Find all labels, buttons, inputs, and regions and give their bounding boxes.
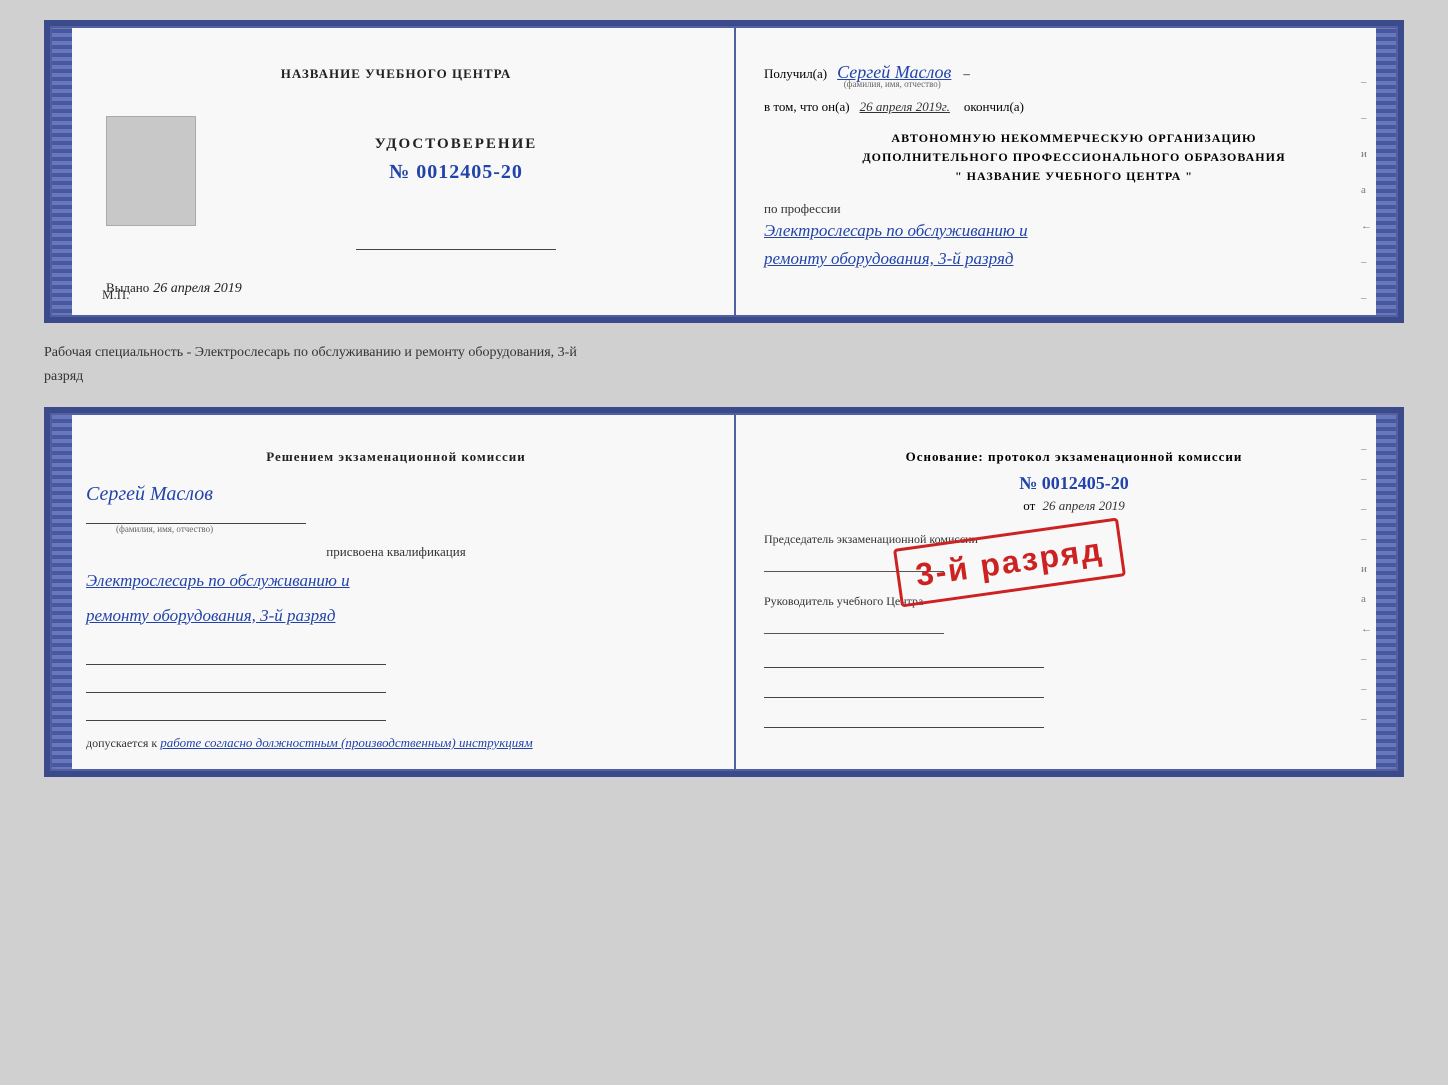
left-spine xyxy=(50,26,72,317)
mark-dash2: – xyxy=(1361,112,1372,124)
extra-line-1 xyxy=(764,650,1044,668)
org-line2: ДОПОЛНИТЕЛЬНОГО ПРОФЕССИОНАЛЬНОГО ОБРАЗО… xyxy=(764,148,1384,167)
dash: – xyxy=(963,66,970,82)
between-text-line2: разряд xyxy=(44,365,1404,389)
name-underline xyxy=(86,506,306,524)
qual-text1: Электрослесарь по обслуживанию и xyxy=(86,566,706,597)
mark2-dash1: – xyxy=(1361,443,1372,455)
cert-label: УДОСТОВЕРЕНИЕ xyxy=(375,136,538,153)
mark2-dash6: – xyxy=(1361,683,1372,695)
completion-date: 26 апреля 2019г. xyxy=(860,99,950,115)
cert-number: № 0012405-20 xyxy=(389,161,523,184)
extra-line-3 xyxy=(764,710,1044,728)
in-that-label: в том, что он(а) xyxy=(764,99,850,115)
between-text-container: Рабочая специальность - Электрослесарь п… xyxy=(44,341,1404,389)
school-title-left: НАЗВАНИЕ УЧЕБНОГО ЦЕНТРА xyxy=(86,66,706,82)
doc1-right-page: – – и а ← – – Получил(а) Сергей Маслов (… xyxy=(736,26,1398,317)
right-marks: – – и а ← – – xyxy=(1361,76,1372,304)
protocol-number: № 0012405-20 xyxy=(764,473,1384,494)
org-line1: АВТОНОМНУЮ НЕКОММЕРЧЕСКУЮ ОРГАНИЗАЦИЮ xyxy=(764,129,1384,148)
mark2-dash5: – xyxy=(1361,653,1372,665)
right-marks-2: – – – – и а ← – – – xyxy=(1361,443,1372,725)
allowed-text: работе согласно должностным (производств… xyxy=(160,735,532,750)
sig-line-1 xyxy=(86,647,386,665)
received-label: Получил(а) xyxy=(764,66,827,82)
basis-title: Основание: протокол экзаменационной коми… xyxy=(764,449,1384,465)
mark2-a: а xyxy=(1361,593,1372,605)
mark2-dash3: – xyxy=(1361,503,1372,515)
decision-title: Решением экзаменационной комиссии xyxy=(86,449,706,465)
photo-placeholder xyxy=(106,116,196,226)
mark2-dash4: – xyxy=(1361,533,1372,545)
mark2-dash7: – xyxy=(1361,713,1372,725)
profession-label: по профессии xyxy=(764,201,1384,217)
sig-line-3 xyxy=(86,703,386,721)
profession-text1: Электрослесарь по обслуживанию и xyxy=(764,217,1384,246)
mark-dash3: – xyxy=(1361,256,1372,268)
finished-label: окончил(а) xyxy=(964,99,1024,115)
doc1-left-page: НАЗВАНИЕ УЧЕБНОГО ЦЕНТРА УДОСТОВЕРЕНИЕ №… xyxy=(72,26,736,317)
qual-text2: ремонту оборудования, 3-й разряд xyxy=(86,601,706,632)
fio-subtitle: (фамилия, имя, отчество) xyxy=(833,79,951,89)
document-1: НАЗВАНИЕ УЧЕБНОГО ЦЕНТРА УДОСТОВЕРЕНИЕ №… xyxy=(44,20,1404,323)
document-2: Решением экзаменационной комиссии Сергей… xyxy=(44,407,1404,777)
mark-dash1: – xyxy=(1361,76,1372,88)
org-line3: " НАЗВАНИЕ УЧЕБНОГО ЦЕНТРА " xyxy=(764,167,1384,186)
issue-date: 26 апреля 2019 xyxy=(153,281,241,297)
assigned-label: присвоена квалификация xyxy=(86,544,706,560)
left-spine-2 xyxy=(50,413,72,771)
director-sig-line xyxy=(764,616,944,634)
mark2-arrow: ← xyxy=(1361,623,1372,635)
mark-a: а xyxy=(1361,184,1372,196)
right-spine-2 xyxy=(1376,413,1398,771)
profession-text2: ремонту оборудования, 3-й разряд xyxy=(764,245,1384,274)
doc2-right-page: – – – – и а ← – – – Основание: протокол … xyxy=(736,413,1398,771)
mp-label: М.П. xyxy=(102,287,129,303)
mark-arrow: ← xyxy=(1361,220,1372,232)
sig-line-2 xyxy=(86,675,386,693)
right-spine xyxy=(1376,26,1398,317)
extra-line-2 xyxy=(764,680,1044,698)
fio-sub-2: (фамилия, имя, отчество) xyxy=(116,524,213,534)
between-text-line1: Рабочая специальность - Электрослесарь п… xyxy=(44,341,1404,365)
from-label: от xyxy=(1023,498,1035,513)
allowed-label: допускается к xyxy=(86,736,157,750)
director-label: Руководитель учебного Центра xyxy=(764,592,1384,610)
person-name: Сергей Маслов xyxy=(86,483,213,506)
mark2-dash2: – xyxy=(1361,473,1372,485)
signature-line xyxy=(356,232,556,250)
mark-i: и xyxy=(1361,148,1372,160)
from-date: 26 апреля 2019 xyxy=(1043,498,1125,513)
doc2-left-page: Решением экзаменационной комиссии Сергей… xyxy=(72,413,736,771)
mark2-i: и xyxy=(1361,563,1372,575)
mark-dash4: – xyxy=(1361,292,1372,304)
